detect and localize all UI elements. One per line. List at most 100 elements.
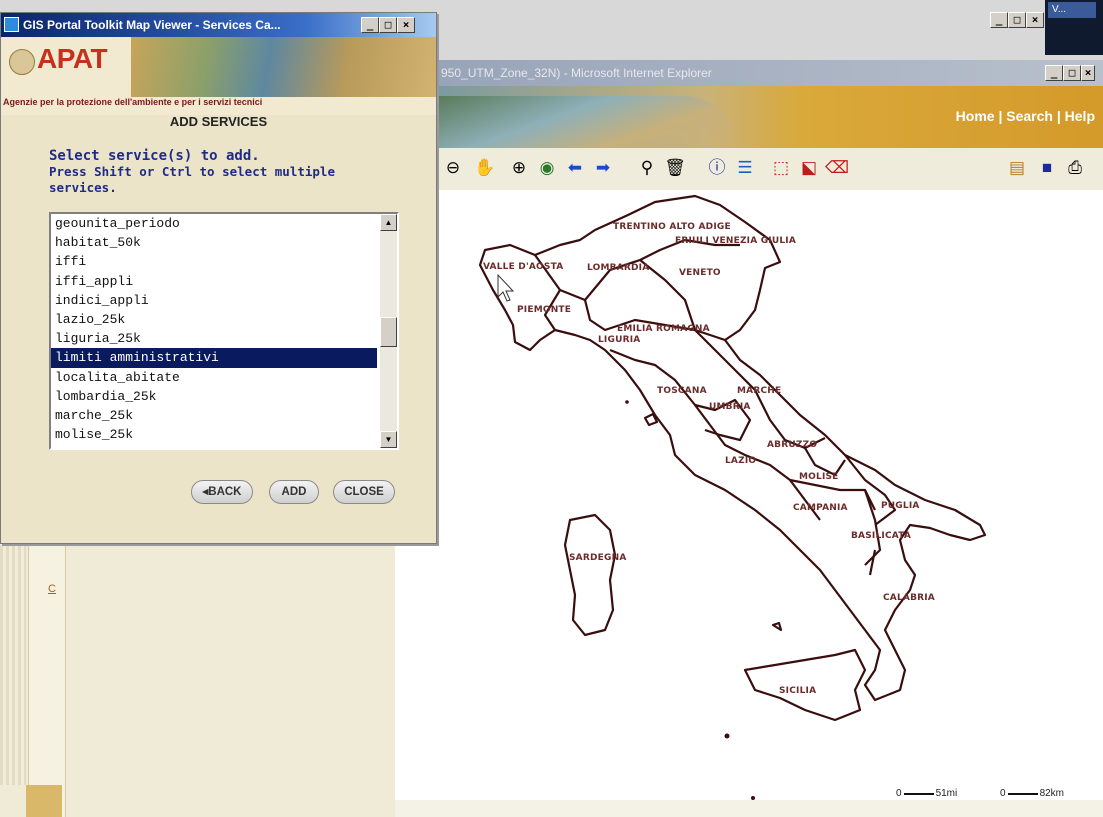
agency-text: Agenzie per la protezione dell'ambiente …: [3, 97, 263, 107]
scroll-down-icon[interactable]: ▼: [380, 431, 397, 448]
clear-selection-icon[interactable]: ⌫: [825, 156, 849, 180]
label-piemonte: PIEMONTE: [517, 305, 572, 315]
label-lazio: LAZIO: [725, 456, 757, 466]
dialog-heading: ADD SERVICES: [169, 114, 268, 129]
small-island-dot: [724, 733, 730, 739]
zoom-full-icon[interactable]: ⊕: [507, 156, 531, 180]
label-lombardia: LOMBARDIA: [587, 263, 650, 273]
maximize-icon[interactable]: □: [1008, 12, 1026, 28]
close-icon[interactable]: ×: [397, 17, 415, 33]
instruction-line-1: Select service(s) to add.: [49, 148, 260, 164]
minimize-icon[interactable]: _: [361, 17, 379, 33]
taskbar-button[interactable]: V...: [1048, 2, 1096, 18]
scale-zero: 0: [1000, 788, 1006, 799]
list-item[interactable]: lombardia_25k: [51, 387, 377, 406]
label-liguria: LIGURIA: [598, 335, 641, 345]
scale-line: [1007, 792, 1038, 795]
map-canvas[interactable]: TRENTINO ALTO ADIGE FRIULI VENEZIA GIULI…: [395, 190, 1103, 800]
instruction-text: Select service(s) to add. Press Shift or…: [49, 148, 335, 196]
select-rectangle-icon[interactable]: ⬚: [769, 156, 793, 180]
minimize-icon[interactable]: _: [990, 12, 1008, 28]
scroll-up-icon[interactable]: ▲: [380, 214, 397, 231]
left-frame-strip: [28, 545, 66, 817]
list-item[interactable]: habitat_50k: [51, 233, 377, 252]
select-shape-icon[interactable]: ⬕: [797, 156, 821, 180]
scale-km-label: 82km: [1039, 788, 1065, 799]
list-item[interactable]: liguria_25k: [51, 329, 377, 348]
dialog-header: APAT Agenzie per la protezione dell'ambi…: [1, 37, 436, 115]
list-item-selected[interactable]: limiti amministrativi: [51, 348, 377, 368]
label-valle: VALLE D'AOSTA: [483, 262, 564, 272]
scale-bar-miles: 0 51mi: [896, 788, 957, 799]
add-services-dialog: GIS Portal Toolkit Map Viewer - Services…: [0, 12, 437, 544]
list-item[interactable]: iffi: [51, 252, 377, 271]
app-icon: [4, 17, 19, 32]
clear-icon[interactable]: 🗑: [663, 156, 687, 180]
ie-title-bar: 950_UTM_Zone_32N) - Microsoft Internet E…: [437, 60, 1103, 86]
scale-mi-label: 51mi: [935, 788, 958, 799]
label-umbria: UMBRIA: [709, 402, 751, 412]
nav-links[interactable]: Home | Search | Help: [956, 108, 1095, 124]
close-icon[interactable]: ×: [1026, 12, 1044, 28]
label-toscana: TOSCANA: [657, 386, 707, 396]
list-item[interactable]: iffi_appli: [51, 272, 377, 291]
pan-hand-icon[interactable]: ✋: [473, 156, 497, 180]
add-button[interactable]: ADD: [269, 480, 319, 504]
italy-map: [478, 194, 987, 800]
left-frame-link[interactable]: C: [48, 583, 56, 595]
list-item[interactable]: marche_25k: [51, 406, 377, 425]
scale-line: [903, 792, 934, 795]
scale-zero: 0: [896, 788, 902, 799]
left-frame-footer: [26, 785, 62, 817]
minimize-icon[interactable]: _: [1045, 65, 1063, 81]
label-molise: MOLISE: [799, 472, 839, 482]
identify-info-icon[interactable]: ⓘ: [705, 156, 729, 180]
list-item[interactable]: localita_abitate: [51, 368, 377, 387]
zoom-out-icon[interactable]: ⊖: [441, 156, 465, 180]
open-folder-icon[interactable]: ▤: [1005, 156, 1029, 180]
small-island-dot: [625, 400, 629, 404]
label-sardegna: SARDEGNA: [569, 553, 627, 563]
print-icon[interactable]: ⎙: [1063, 156, 1087, 180]
list-item[interactable]: molise_25k: [51, 425, 377, 444]
save-icon[interactable]: ■: [1035, 156, 1059, 180]
globe-icon[interactable]: ◉: [535, 156, 559, 180]
list-item[interactable]: indici_appli: [51, 291, 377, 310]
label-calabria: CALABRIA: [883, 593, 935, 603]
list-items: geounita_periodo habitat_50k iffi iffi_a…: [51, 214, 377, 444]
italy-seal-icon: [9, 49, 35, 75]
instruction-line-3: services.: [49, 180, 117, 195]
back-arrow-icon[interactable]: ⬅: [563, 156, 587, 180]
left-frame-pattern: [0, 545, 26, 785]
instruction-line-2: Press Shift or Ctrl to select multiple: [49, 164, 335, 179]
portal-banner: Home | Search | Help: [437, 86, 1103, 148]
maximize-icon[interactable]: □: [379, 17, 397, 33]
list-item[interactable]: geounita_periodo: [51, 214, 377, 233]
maximize-icon[interactable]: □: [1063, 65, 1081, 81]
small-island-dot: [751, 796, 755, 800]
mouse-cursor-icon: [497, 273, 515, 302]
legend-list-icon[interactable]: ☰: [733, 156, 757, 180]
label-sicilia: SICILIA: [779, 686, 817, 696]
banner-landscape: [437, 96, 737, 148]
label-trentino: TRENTINO ALTO ADIGE: [613, 222, 731, 232]
sicilia-outline: [743, 648, 867, 722]
close-button[interactable]: CLOSE: [333, 480, 395, 504]
find-binoculars-icon[interactable]: ⚲: [635, 156, 659, 180]
background-window-controls: _ □ ×: [990, 12, 1044, 28]
close-icon[interactable]: ×: [1081, 65, 1095, 81]
border-basilicata: [863, 489, 882, 566]
services-listbox[interactable]: geounita_periodo habitat_50k iffi iffi_a…: [49, 212, 399, 450]
list-scrollbar[interactable]: ▲ ▼: [380, 214, 397, 448]
scroll-thumb[interactable]: [380, 317, 397, 347]
forward-arrow-icon[interactable]: ➡: [591, 156, 615, 180]
back-button[interactable]: ◂BACK: [191, 480, 253, 504]
list-item[interactable]: lazio_25k: [51, 310, 377, 329]
ie-window-controls: _ □ ×: [1045, 65, 1095, 81]
border-calabria: [868, 549, 877, 576]
label-abruzzo: ABRUZZO: [767, 440, 818, 450]
capri-island: [771, 621, 783, 632]
label-emilia: EMILIA ROMAGNA: [617, 324, 710, 334]
label-campania: CAMPANIA: [793, 503, 848, 513]
dialog-title-text: GIS Portal Toolkit Map Viewer - Services…: [23, 18, 281, 32]
